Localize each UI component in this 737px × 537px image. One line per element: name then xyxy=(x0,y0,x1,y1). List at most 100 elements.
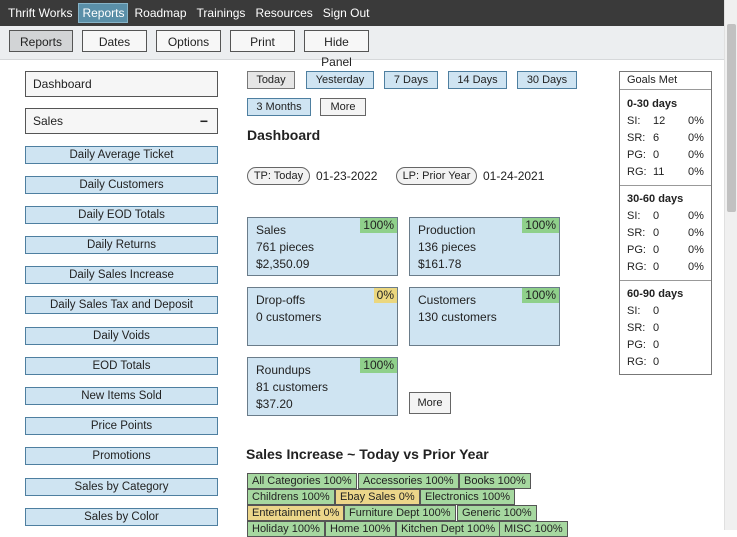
category-tag[interactable]: MISC 100% xyxy=(499,521,568,537)
production-card[interactable]: Production 100% 136 pieces $161.78 xyxy=(409,217,560,276)
card-value-secondary: $2,350.09 xyxy=(256,257,310,271)
drop-offs-card[interactable]: Drop-offs 0% 0 customers xyxy=(247,287,398,346)
card-percent-badge: 100% xyxy=(360,358,397,373)
vertical-scrollbar[interactable] xyxy=(724,0,737,530)
nav-reports[interactable]: Reports xyxy=(78,3,129,23)
goals-row-pct: 0% xyxy=(688,132,704,144)
card-value: 136 pieces xyxy=(418,240,477,254)
range-30-days-button[interactable]: 30 Days xyxy=(517,71,577,89)
goals-row-value: 0 xyxy=(653,339,660,351)
range-yesterday-button[interactable]: Yesterday xyxy=(306,71,374,89)
sidebar-item-daily-customers[interactable]: Daily Customers xyxy=(25,176,218,194)
sidebar-item-daily-voids[interactable]: Daily Voids xyxy=(25,327,218,345)
goals-row-pct: 0% xyxy=(688,149,704,161)
goals-row-pct: 0% xyxy=(688,115,704,127)
goals-row-label: SR: xyxy=(627,227,646,239)
category-tag[interactable]: Home 100% xyxy=(325,521,396,537)
nav-thrift-works[interactable]: Thrift Works xyxy=(4,3,76,23)
goals-row-label: SR: xyxy=(627,132,646,144)
card-title: Drop-offs xyxy=(256,293,306,307)
range-3-months-button[interactable]: 3 Months xyxy=(247,98,311,116)
goals-row: SI: 12 0% xyxy=(627,115,707,127)
sidebar-item-eod-totals[interactable]: EOD Totals xyxy=(25,357,218,375)
goals-row: SR: 6 0% xyxy=(627,132,707,144)
goals-met-title: Goals Met xyxy=(620,72,711,90)
sidebar-item-daily-sales-increase[interactable]: Daily Sales Increase xyxy=(25,266,218,284)
goals-section-heading: 60-90 days xyxy=(627,288,684,300)
nav-resources[interactable]: Resources xyxy=(251,3,316,23)
card-percent-badge: 100% xyxy=(522,218,559,233)
goals-row-value: 0 xyxy=(653,227,660,239)
sidebar-item-sales-by-category[interactable]: Sales by Category xyxy=(25,478,218,496)
goals-row-value: 0 xyxy=(653,210,660,222)
category-tag[interactable]: Furniture Dept 100% xyxy=(344,505,456,521)
category-tag[interactable]: All Categories 100% xyxy=(247,473,357,489)
category-tag[interactable]: Generic 100% xyxy=(457,505,537,521)
sidebar-item-daily-eod-totals[interactable]: Daily EOD Totals xyxy=(25,206,218,224)
goals-row: RG: 0 0% xyxy=(627,261,707,273)
goals-row-label: PG: xyxy=(627,244,646,256)
range-14-days-button[interactable]: 14 Days xyxy=(448,71,507,89)
collapse-icon[interactable]: − xyxy=(200,109,208,133)
goals-row-label: SI: xyxy=(627,115,641,127)
sidebar-item-new-items-sold[interactable]: New Items Sold xyxy=(25,387,218,405)
sidebar-item-daily-returns[interactable]: Daily Returns xyxy=(25,236,218,254)
card-title: Sales xyxy=(256,223,287,237)
card-percent-badge: 100% xyxy=(522,288,559,303)
goals-section-0-30: 0-30 days SI: 12 0% SR: 6 0% PG: 0 0% RG: 11 0% xyxy=(620,91,711,186)
lp-period-pill[interactable]: LP: Prior Year xyxy=(396,167,477,185)
category-tag[interactable]: Ebay Sales 0% xyxy=(335,489,420,505)
tp-date: 01-23-2022 xyxy=(316,169,378,183)
nav-sign-out[interactable]: Sign Out xyxy=(319,3,374,23)
goals-row-label: PG: xyxy=(627,149,646,161)
customers-card[interactable]: Customers 100% 130 customers xyxy=(409,287,560,346)
card-title: Customers xyxy=(418,293,477,307)
goals-section-heading: 30-60 days xyxy=(627,193,684,205)
print-button[interactable]: Print xyxy=(230,30,295,52)
category-tag[interactable]: Accessories 100% xyxy=(358,473,459,489)
goals-row: RG: 0 xyxy=(627,356,707,368)
range-7-days-button[interactable]: 7 Days xyxy=(384,71,438,89)
category-tag[interactable]: Kitchen Dept 100% xyxy=(396,521,501,537)
sidebar-item-daily-sales-tax[interactable]: Daily Sales Tax and Deposit xyxy=(25,296,218,314)
goals-row: PG: 0 xyxy=(627,339,707,351)
roundups-card[interactable]: Roundups 100% 81 customers $37.20 xyxy=(247,357,398,416)
goals-row-value: 6 xyxy=(653,132,660,144)
sidebar-dashboard[interactable]: Dashboard xyxy=(25,71,218,97)
dates-button[interactable]: Dates xyxy=(82,30,147,52)
nav-trainings[interactable]: Trainings xyxy=(193,3,250,23)
goals-row-pct: 0% xyxy=(688,166,704,178)
goals-section-60-90: 60-90 days SI: 0 SR: 0 PG: 0 RG: 0 xyxy=(620,281,711,374)
goals-row-label: SR: xyxy=(627,322,646,334)
tp-period-pill[interactable]: TP: Today xyxy=(247,167,310,185)
goals-row-label: RG: xyxy=(627,356,647,368)
category-tag[interactable]: Books 100% xyxy=(459,473,531,489)
toolbar: Reports Dates Options Print Hide Panel xyxy=(0,26,724,69)
goals-row-pct: 0% xyxy=(688,261,704,273)
scrollbar-thumb[interactable] xyxy=(727,24,736,212)
goals-row-value: 0 xyxy=(653,149,660,161)
sidebar-item-price-points[interactable]: Price Points xyxy=(25,417,218,435)
category-tag[interactable]: Holiday 100% xyxy=(247,521,325,537)
options-button[interactable]: Options xyxy=(156,30,221,52)
card-value-secondary: $161.78 xyxy=(418,257,462,271)
goals-row-value: 0 xyxy=(653,261,660,273)
sales-card[interactable]: Sales 100% 761 pieces $2,350.09 xyxy=(247,217,398,276)
sidebar-item-sales-by-color[interactable]: Sales by Color xyxy=(25,508,218,526)
sidebar-item-daily-average-ticket[interactable]: Daily Average Ticket xyxy=(25,146,218,164)
sidebar-item-promotions[interactable]: Promotions xyxy=(25,447,218,465)
cards-more-button[interactable]: More xyxy=(409,392,451,414)
nav-roadmap[interactable]: Roadmap xyxy=(130,3,190,23)
sidebar-sales-group[interactable]: Sales − xyxy=(25,108,218,134)
category-tag[interactable]: Entertainment 0% xyxy=(247,505,345,521)
goals-met-panel: Goals Met 0-30 days SI: 12 0% SR: 6 0% PG: 0 0… xyxy=(619,71,712,375)
category-tag[interactable]: Childrens 100% xyxy=(247,489,335,505)
range-more-button[interactable]: More xyxy=(320,98,366,116)
goals-row-label: RG: xyxy=(627,261,647,273)
range-today-button[interactable]: Today xyxy=(247,71,295,89)
goals-row-label: SI: xyxy=(627,210,641,222)
goals-row-pct: 0% xyxy=(688,227,704,239)
reports-button[interactable]: Reports xyxy=(9,30,73,52)
hide-panel-button[interactable]: Hide Panel xyxy=(304,30,369,69)
category-tag[interactable]: Electronics 100% xyxy=(420,489,515,505)
